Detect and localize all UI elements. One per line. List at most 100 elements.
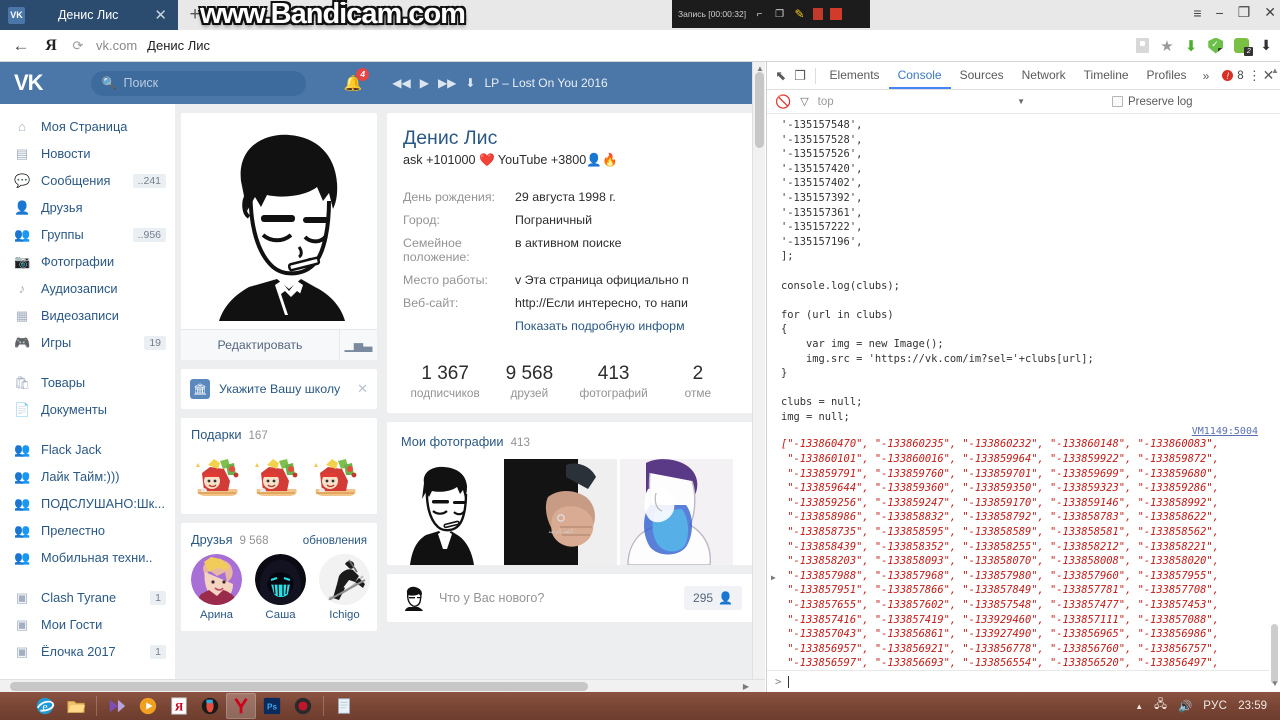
more-tabs-icon[interactable]: »	[1196, 69, 1217, 83]
sidebar-item-0[interactable]: ⌂ Моя Страница	[0, 113, 175, 140]
page-horizontal-scrollbar[interactable]: ▶	[0, 679, 765, 692]
expand-arrow-icon[interactable]: ▶	[771, 571, 776, 586]
device-toolbar-icon[interactable]: ❐	[790, 63, 809, 89]
friends-title[interactable]: Друзья	[191, 532, 233, 547]
lock-icon[interactable]	[1136, 38, 1150, 53]
profile-counter[interactable]: 413 фотографий	[572, 363, 656, 400]
sidebar-item-15[interactable]: 👥 Мобильная техни..	[0, 544, 175, 571]
taskbar-movie-maker-icon[interactable]	[102, 693, 132, 719]
sidebar-item-2[interactable]: 💬 Сообщения ..241	[0, 167, 175, 194]
sidebar-item-7[interactable]: ▦ Видеозаписи	[0, 302, 175, 329]
console-output-area[interactable]: '-135157548', '-135157528', '-135157526'…	[767, 114, 1280, 670]
friend-item[interactable]: Ichigo	[319, 554, 370, 621]
taskbar-yandex-browser-icon[interactable]	[226, 693, 256, 719]
page-vertical-scroll-thumb[interactable]	[755, 72, 764, 148]
execution-context-select[interactable]: top	[818, 96, 834, 108]
profile-counter[interactable]: 1 367 подписчиков	[403, 363, 487, 400]
start-button[interactable]	[4, 694, 30, 718]
sidebar-item-13[interactable]: 👥 ПОДСЛУШАНО:Шк...	[0, 490, 175, 517]
sidebar-item-3[interactable]: 👤 Друзья	[0, 194, 175, 221]
clock[interactable]: 23:59	[1238, 700, 1267, 712]
address-bar-url[interactable]: vk.com	[96, 38, 137, 53]
taskbar-bandicam-icon[interactable]	[288, 693, 318, 719]
taskbar-ie-icon[interactable]: e	[30, 693, 60, 719]
menu-icon[interactable]: ≡	[1193, 5, 1201, 21]
friend-item[interactable]: Арина	[191, 554, 242, 621]
console-source-link[interactable]: VM1149:5004	[1192, 425, 1258, 440]
post-counter[interactable]: 295 👤	[684, 586, 742, 611]
taskbar-opera-icon[interactable]	[195, 693, 225, 719]
profile-info-value[interactable]: в активном поиске	[515, 236, 622, 264]
volume-icon[interactable]: 🔊	[1178, 699, 1192, 713]
filter-icon[interactable]: ▽	[800, 95, 808, 108]
tab-timeline[interactable]: Timeline	[1075, 62, 1138, 89]
shield-icon[interactable]: 0	[1208, 37, 1224, 54]
sidebar-item-17[interactable]: ▣ Мои Гости	[0, 611, 175, 638]
bandicam-pause-icon[interactable]	[813, 8, 824, 20]
vk-logo-icon[interactable]: VK	[14, 70, 44, 96]
page-horizontal-scroll-thumb[interactable]	[10, 682, 588, 691]
window-close-icon[interactable]: ✕	[1264, 4, 1276, 21]
prev-track-icon[interactable]: ◀◀	[392, 76, 410, 90]
profile-info-value[interactable]: 29 августа 1998 г.	[515, 190, 616, 204]
taskbar-notepad-icon[interactable]	[329, 693, 359, 719]
school-prompt-label[interactable]: Укажите Вашу школу	[219, 382, 348, 396]
bandicam-minimize-icon[interactable]: ⌐	[753, 8, 766, 21]
taskbar-player-icon[interactable]	[133, 693, 163, 719]
error-count-badge[interactable]: ! 8	[1222, 70, 1244, 82]
bandicam-restore-icon[interactable]: ❐	[773, 8, 786, 21]
notifications-bell-icon[interactable]: 🔔 4	[344, 68, 370, 92]
tab-profiles[interactable]: Profiles	[1138, 62, 1196, 89]
network-icon[interactable]: 🖧	[1154, 697, 1167, 716]
back-icon[interactable]: ←	[10, 36, 32, 56]
gift-item[interactable]	[249, 449, 303, 503]
scroll-down-arrow-icon[interactable]: ▼	[1271, 679, 1279, 688]
gift-item[interactable]	[308, 449, 362, 503]
download-track-icon[interactable]: ⬇	[465, 76, 475, 90]
photo-thumbnail[interactable]	[620, 459, 733, 566]
minimize-icon[interactable]: −	[1216, 5, 1224, 21]
restore-icon[interactable]: ❐	[1238, 4, 1251, 21]
tab-elements[interactable]: Elements	[821, 62, 889, 89]
checkbox-icon[interactable]	[1112, 96, 1123, 107]
sidebar-item-11[interactable]: 👥 Flack Jack	[0, 436, 175, 463]
sidebar-item-4[interactable]: 👥 Группы ..956	[0, 221, 175, 248]
profile-info-value[interactable]: http://Если интересно, то напи	[515, 296, 688, 310]
yandex-logo-icon[interactable]: Я	[42, 37, 60, 55]
taskbar-explorer-icon[interactable]	[61, 693, 91, 719]
taskbar-yandex-icon[interactable]: Я	[164, 693, 194, 719]
avatar[interactable]	[319, 554, 370, 605]
photo-thumbnail[interactable]	[388, 459, 501, 566]
new-post-placeholder[interactable]: Что у Вас нового?	[439, 591, 672, 605]
sidebar-item-18[interactable]: ▣ Ёлочка 2017 1	[0, 638, 175, 665]
gift-item[interactable]	[190, 449, 244, 503]
profile-counter[interactable]: 2 отме	[656, 363, 740, 400]
console-scrollbar[interactable]: ▲ ▼	[1269, 66, 1280, 692]
chevron-down-icon[interactable]: ▼	[1017, 97, 1029, 106]
sidebar-item-12[interactable]: 👥 Лайк Тайм:)))	[0, 463, 175, 490]
tab-network[interactable]: Network	[1013, 62, 1075, 89]
sidebar-item-6[interactable]: ♪ Аудиозаписи	[0, 275, 175, 302]
sidebar-item-1[interactable]: ▤ Новости	[0, 140, 175, 167]
reload-icon[interactable]: ⟳	[70, 38, 86, 54]
sidebar-item-16[interactable]: ▣ Clash Tyrane 1	[0, 584, 175, 611]
devtools-menu-icon[interactable]: ⋮	[1248, 68, 1261, 84]
page-vertical-scrollbar[interactable]: ▲	[752, 62, 765, 692]
tab-console[interactable]: Console	[889, 62, 951, 89]
scroll-up-arrow-icon[interactable]: ▲	[1271, 66, 1279, 75]
address-bar-title[interactable]: Денис Лис	[147, 38, 210, 53]
photo-thumbnail[interactable]: الكف الوحيد	[504, 459, 617, 566]
show-detailed-info-link[interactable]: Показать подробную информ	[515, 319, 740, 333]
gifts-title[interactable]: Подарки	[191, 427, 241, 442]
download-green-icon[interactable]: ⬇	[1185, 37, 1198, 55]
download-icon[interactable]: ⬇	[1260, 37, 1272, 54]
taskbar-photoshop-icon[interactable]: Ps	[257, 693, 287, 719]
clear-console-icon[interactable]: 🚫	[775, 94, 791, 110]
star-icon[interactable]: ★	[1160, 37, 1173, 55]
photos-title[interactable]: Мои фотографии	[401, 434, 504, 449]
profile-info-value[interactable]: v Эта страница официально п	[515, 273, 689, 287]
browser-tab[interactable]: VK Денис Лис ✕	[0, 0, 178, 30]
bandicam-stop-icon[interactable]	[830, 8, 843, 20]
avatar[interactable]	[255, 554, 306, 605]
profile-info-value[interactable]: Пограничный	[515, 213, 592, 227]
